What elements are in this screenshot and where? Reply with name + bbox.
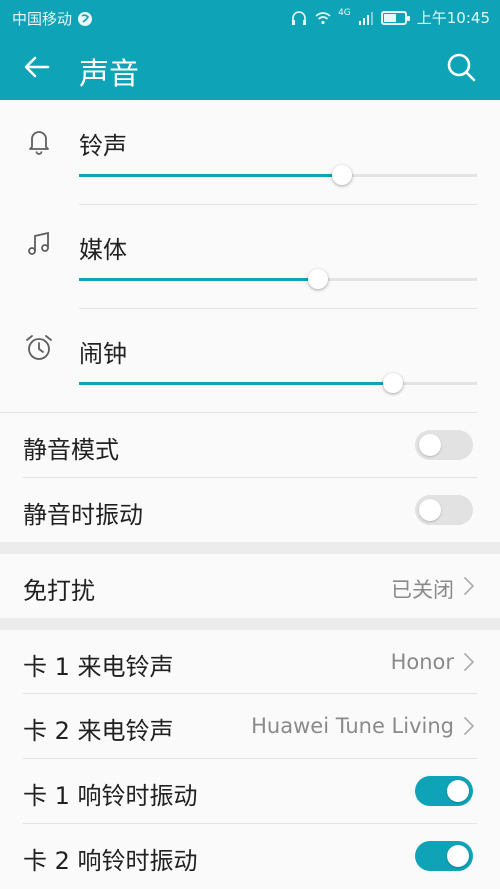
status-bar: 中国移动 4G 上午10:45 [0,0,500,34]
app-bar: 声音 [0,34,500,100]
sim2-ringtone-label: 卡 2 来电铃声 [23,717,174,745]
toggle-knob [419,434,441,456]
alarm-volume-slider[interactable] [79,373,477,393]
volume-label-alarm: 闹钟 [79,340,127,368]
do-not-disturb-value: 已关闭 [391,578,454,602]
toggle-knob [419,499,441,521]
clock: 上午10:45 [416,9,490,27]
arrow-left-icon[interactable] [20,50,54,84]
silent-mode-label: 静音模式 [23,436,119,464]
section-gap [0,542,500,554]
slider-thumb[interactable] [331,165,352,185]
sim2-vibrate-toggle[interactable] [415,841,473,871]
sim1-vibrate-label: 卡 1 响铃时振动 [23,782,198,810]
sim2-vibrate-label: 卡 2 响铃时振动 [23,847,198,875]
battery-icon [380,10,410,25]
page-title: 声音 [79,57,139,92]
chevron-right-icon [462,650,476,674]
alarm-clock-icon [24,333,54,363]
bell-icon [24,126,54,156]
slider-thumb[interactable] [307,269,328,289]
chevron-right-icon [462,714,476,738]
slider-thumb[interactable] [383,373,404,393]
silent-mode-row[interactable]: 静音模式 [0,413,500,477]
slider-fill [79,382,394,385]
volume-ringtone: 铃声 [0,100,500,204]
ringtone-volume-slider[interactable] [79,165,477,185]
silent-mode-toggle[interactable] [415,430,473,460]
sim2-ringtone-row[interactable]: 卡 2 来电铃声 Huawei Tune Living [0,694,500,758]
wifi-icon [314,9,332,27]
sim1-vibrate-toggle[interactable] [415,776,473,806]
carrier-info: 中国移动 [12,8,94,29]
search-icon[interactable] [444,50,478,84]
chevron-right-icon [462,574,476,598]
headphones-icon [290,9,308,27]
sim1-ringtone-label: 卡 1 来电铃声 [23,653,174,681]
volume-alarm: 闹钟 [0,309,500,413]
toggle-knob [447,780,469,802]
sim1-vibrate-row[interactable]: 卡 1 响铃时振动 [0,759,500,823]
sim2-vibrate-row[interactable]: 卡 2 响铃时振动 [0,824,500,888]
section-gap [0,618,500,630]
volume-label-media: 媒体 [79,236,127,264]
vibrate-on-silent-toggle[interactable] [415,495,473,525]
signal-icon [357,9,375,27]
slider-fill [79,174,342,177]
carrier-name: 中国移动 [12,10,73,28]
music-note-icon [24,230,54,260]
do-not-disturb-label: 免打扰 [23,577,95,605]
network-type: 4G [338,7,351,18]
toggle-knob [447,845,469,867]
vibrate-on-silent-label: 静音时振动 [23,501,143,529]
do-not-disturb-row[interactable]: 免打扰 已关闭 [0,554,500,618]
slider-fill [79,278,318,281]
volume-label-ringtone: 铃声 [79,132,127,160]
media-volume-slider[interactable] [79,269,477,289]
vibrate-on-silent-row[interactable]: 静音时振动 [0,478,500,542]
sim2-ringtone-value: Huawei Tune Living [251,714,454,738]
status-icons: 4G 上午10:45 [290,7,490,28]
sim1-ringtone-row[interactable]: 卡 1 来电铃声 Honor [0,630,500,694]
volume-media: 媒体 [0,205,500,309]
globe-icon [76,10,94,28]
sim1-ringtone-value: Honor [390,650,454,674]
